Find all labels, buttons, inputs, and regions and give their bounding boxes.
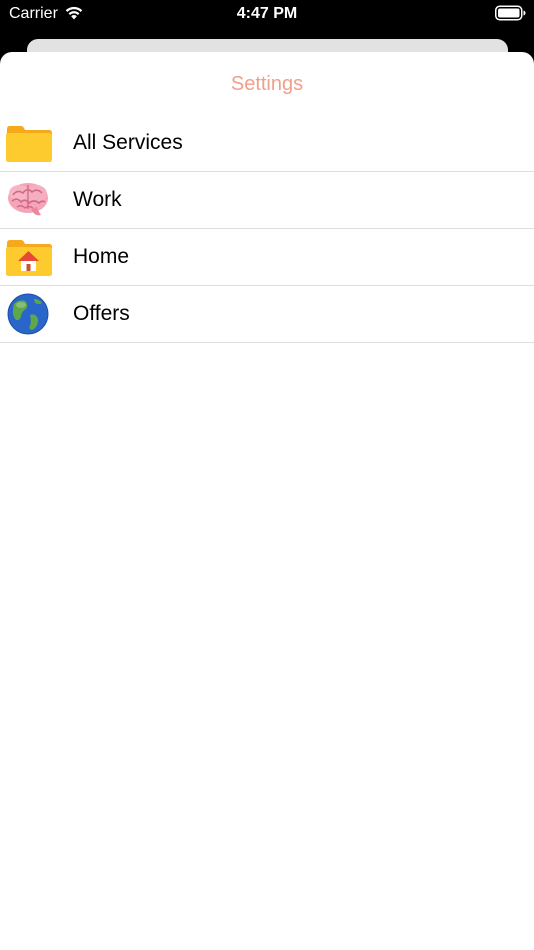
list-item-label: Offers (73, 302, 130, 325)
globe-icon (5, 293, 52, 335)
house-folder-icon (5, 236, 52, 278)
battery-full-icon (495, 5, 526, 21)
brain-icon (5, 179, 52, 221)
status-bar: Carrier 4:47 PM (0, 0, 534, 30)
list-item-offers[interactable]: Offers (0, 286, 534, 343)
settings-list: All Services Work Home Offers (0, 115, 534, 343)
row-separator (0, 342, 534, 343)
folder-icon (5, 122, 52, 164)
list-item-work[interactable]: Work (0, 172, 534, 229)
settings-sheet: Settings All Services Work Home Offers (0, 52, 534, 950)
list-item-home[interactable]: Home (0, 229, 534, 286)
list-item-all-services[interactable]: All Services (0, 115, 534, 172)
list-item-label: All Services (73, 131, 183, 154)
page-title: Settings (230, 73, 304, 95)
list-item-label: Home (73, 245, 130, 268)
status-time: 4:47 PM (236, 5, 298, 22)
list-item-label: Work (73, 188, 122, 211)
